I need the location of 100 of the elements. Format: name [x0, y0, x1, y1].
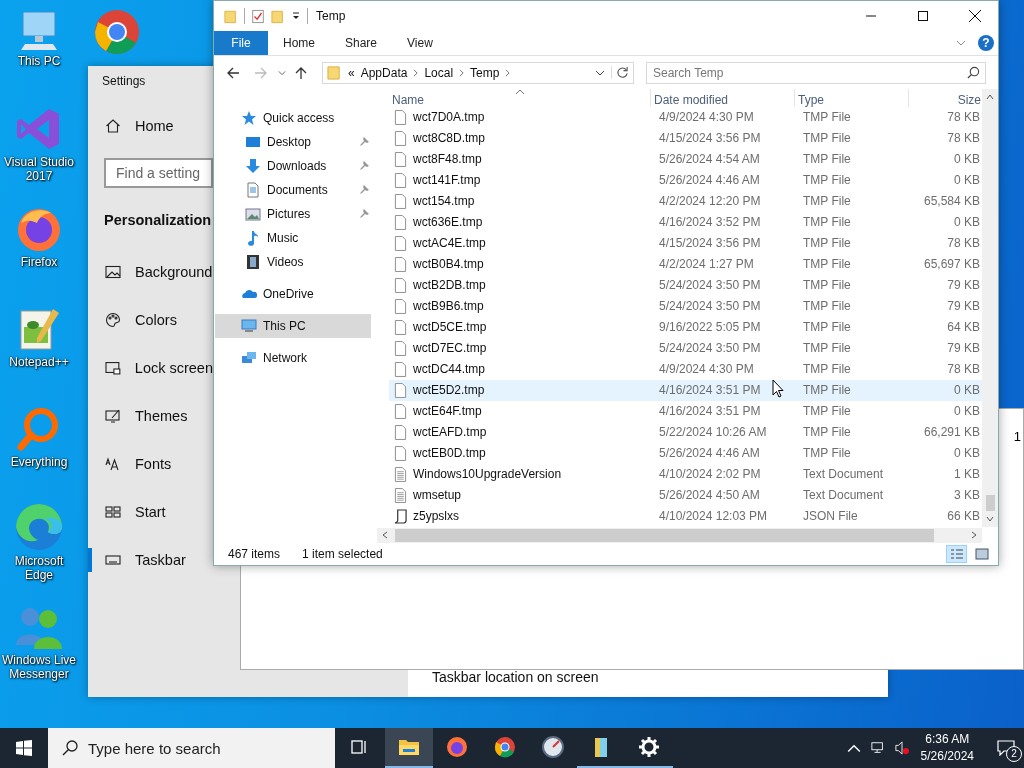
ribbon-tab[interactable]: Share — [330, 31, 393, 56]
file-row[interactable]: wctB0B4.tmp 4/2/2024 1:27 PM TMP File 65,697 KB — [389, 253, 982, 275]
settings-nav-item[interactable]: Taskbar — [88, 536, 213, 584]
blank-file-icon — [394, 340, 407, 356]
column-header[interactable]: Name — [389, 88, 651, 107]
horizontal-scrollbar[interactable] — [377, 527, 982, 543]
settings-nav-item[interactable]: Lock screen — [88, 344, 213, 392]
image-icon — [974, 547, 989, 560]
home-link[interactable]: Home — [88, 110, 213, 142]
file-row[interactable]: wctDC44.tmp 4/9/2024 4:30 PM TMP File 78 KB — [389, 358, 982, 380]
file-row[interactable]: wctEB0D.tmp 5/26/2024 4:46 AM TMP File 0 KB — [389, 442, 982, 464]
file-row[interactable]: wct636E.tmp 4/16/2024 3:52 PM TMP File 0 KB — [389, 211, 982, 233]
search-field[interactable]: Type here to search — [48, 728, 335, 768]
blank-file-icon — [394, 361, 407, 377]
column-header[interactable]: Size — [909, 88, 981, 107]
nav-item[interactable]: Music — [215, 225, 371, 250]
table-cell: 0 KB — [954, 173, 980, 188]
scrollbar-thumb[interactable] — [395, 528, 934, 542]
table-cell: TMP File — [803, 320, 851, 335]
file-row[interactable]: wct154.tmp 4/2/2024 12:20 PM TMP File 65,584 KB — [389, 190, 982, 212]
breadcrumb[interactable]: Local — [424, 65, 454, 80]
task-view-icon — [349, 737, 369, 757]
nav-item[interactable]: This PC — [215, 313, 371, 338]
nav-item[interactable]: Quick access — [215, 105, 371, 130]
file-row[interactable]: wmsetup 5/26/2024 4:50 AM Text Document 3 KB — [389, 484, 982, 506]
scroll-left-icon[interactable] — [381, 531, 389, 540]
file-row[interactable]: z5ypslxs 4/10/2024 12:03 PM JSON File 66 KB — [389, 505, 982, 527]
nav-item[interactable]: Desktop — [215, 129, 371, 154]
file-row[interactable]: wctB2DB.tmp 5/24/2024 3:50 PM TMP File 79 KB — [389, 274, 982, 296]
ribbon-tab[interactable]: View — [392, 31, 448, 56]
document-icon — [245, 181, 261, 198]
gauge-icon — [541, 735, 565, 759]
pin-icon — [359, 160, 369, 171]
chevron-right-icon[interactable] — [505, 68, 511, 77]
back-arrow-icon[interactable] — [226, 65, 240, 80]
settings-nav-item[interactable]: Themes — [88, 392, 213, 440]
scroll-down-icon[interactable] — [986, 514, 994, 523]
column-header[interactable]: Date modified — [651, 88, 795, 107]
breadcrumb[interactable]: AppData — [360, 65, 408, 80]
file-row[interactable]: wct8C8D.tmp 4/15/2024 3:56 PM TMP File 78 KB — [389, 127, 982, 149]
chevron-right-icon[interactable] — [413, 68, 419, 77]
details-view-button[interactable] — [946, 544, 967, 563]
nav-item[interactable]: Pictures — [215, 201, 371, 226]
picture-frame-icon — [105, 264, 121, 280]
settings-nav-item[interactable]: Start — [88, 488, 213, 536]
table-cell: TMP File — [803, 173, 851, 188]
settings-nav-item[interactable]: Colors — [88, 296, 213, 344]
settings-nav-item[interactable]: Background — [88, 248, 213, 296]
taskbar-app[interactable] — [385, 728, 433, 768]
nav-item[interactable]: Videos — [215, 249, 371, 274]
nav-item[interactable]: Network — [215, 345, 371, 370]
nav-item[interactable]: OneDrive — [215, 281, 371, 306]
chrome-icon — [493, 735, 517, 759]
search-field[interactable]: Find a setting — [104, 158, 213, 188]
blank-file-icon — [394, 235, 407, 251]
nav-item[interactable]: Documents — [215, 177, 371, 202]
chevron-right-icon[interactable] — [459, 68, 465, 77]
checklist-icon[interactable] — [251, 8, 265, 24]
table-cell: 5/24/2024 3:50 PM — [659, 278, 761, 293]
nav-item[interactable]: Downloads — [215, 153, 371, 178]
column-header[interactable]: Type — [795, 88, 909, 107]
breadcrumb[interactable]: Temp — [470, 65, 500, 80]
dropdown-icon[interactable] — [291, 11, 301, 21]
scrollbar-thumb[interactable] — [985, 494, 995, 511]
ribbon-tab[interactable]: Home — [268, 31, 330, 56]
scroll-up-icon[interactable] — [986, 92, 994, 101]
table-cell: 4/16/2024 3:51 PM — [659, 404, 761, 419]
muted-speaker-icon[interactable] — [894, 741, 909, 755]
breadcrumb-overflow[interactable]: « — [348, 65, 355, 80]
chevron-down-icon[interactable] — [595, 69, 605, 76]
window-title: Temp — [316, 9, 346, 23]
file-row[interactable]: wctD5CE.tmp 9/16/2022 5:05 PM TMP File 64 KB — [389, 316, 982, 338]
file-row[interactable]: wctE5D2.tmp 4/16/2024 3:51 PM TMP File 0 KB — [389, 379, 982, 401]
help-button[interactable]: ? — [978, 35, 994, 52]
file-row[interactable]: wctD7EC.tmp 5/24/2024 3:50 PM TMP File 79 KB — [389, 337, 982, 359]
up-arrow-icon[interactable] — [294, 65, 308, 80]
blank-file-icon — [394, 109, 407, 125]
pictures-icon — [245, 205, 261, 222]
table-cell: 1 KB — [954, 467, 980, 482]
file-tab[interactable]: File — [214, 31, 268, 56]
file-row[interactable]: wct141F.tmp 5/26/2024 4:46 AM TMP File 0 KB — [389, 169, 982, 191]
settings-nav-item[interactable]: Fonts — [88, 440, 213, 488]
table-cell: 5/22/2024 10:26 AM — [659, 425, 767, 440]
clock[interactable]: 6:36 AM 5/26/2024 — [920, 731, 974, 765]
blank-file-icon — [394, 172, 407, 188]
blank-file-icon — [394, 403, 407, 419]
file-row[interactable]: wct8F48.tmp 5/26/2024 4:54 AM TMP File 0 KB — [389, 148, 982, 170]
vertical-scrollbar[interactable] — [982, 88, 998, 527]
network-icon[interactable] — [870, 741, 885, 755]
file-row[interactable]: wctAC4E.tmp 4/15/2024 3:56 PM TMP File 78 KB — [389, 232, 982, 254]
file-row[interactable]: Windows10UpgradeVersion 4/10/2024 2:02 PM Text Document 1 KB — [389, 463, 982, 485]
refresh-icon[interactable] — [611, 66, 629, 80]
table-cell: TMP File — [803, 278, 851, 293]
address-bar[interactable]: « AppData Local Temp — [322, 61, 634, 84]
file-row[interactable]: wct7D0A.tmp 4/9/2024 4:30 PM TMP File 78 KB — [389, 106, 982, 128]
file-row[interactable]: wctE64F.tmp 4/16/2024 3:51 PM TMP File 0 KB — [389, 400, 982, 422]
scroll-right-icon[interactable] — [970, 531, 978, 540]
file-row[interactable]: wctB9B6.tmp 5/24/2024 3:50 PM TMP File 79 KB — [389, 295, 982, 317]
file-row[interactable]: wctEAFD.tmp 5/22/2024 10:26 AM TMP File 66,291 KB — [389, 421, 982, 443]
notifications-button[interactable]: 2 — [988, 728, 1024, 768]
